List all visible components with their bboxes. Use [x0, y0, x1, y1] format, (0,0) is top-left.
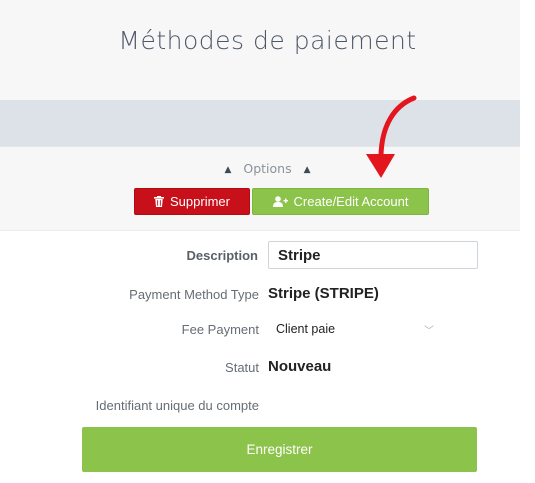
divider — [0, 146, 520, 147]
options-toggle[interactable]: ▲ Options ▲ — [0, 161, 535, 176]
delete-button[interactable]: Supprimer — [134, 188, 250, 215]
caret-up-icon: ▲ — [303, 165, 311, 175]
fee-payment-select[interactable]: Client paie ﹀ — [266, 315, 444, 343]
options-label: Options — [243, 161, 292, 176]
account-button-label: Create/Edit Account — [293, 194, 409, 209]
method-type-value: Stripe (STRIPE) — [268, 285, 379, 302]
description-input[interactable] — [268, 241, 478, 269]
create-edit-account-button[interactable]: Create/Edit Account — [252, 188, 429, 215]
fee-payment-value: Client paie — [276, 322, 336, 336]
caret-up-icon: ▲ — [224, 165, 232, 175]
delete-button-label: Supprimer — [170, 194, 230, 209]
description-label: Description — [186, 248, 258, 263]
add-user-icon — [272, 196, 288, 207]
save-button[interactable]: Enregistrer — [82, 427, 477, 472]
header-bar — [0, 100, 520, 146]
method-type-label: Payment Method Type — [129, 287, 259, 302]
account-id-label: Identifiant unique du compte — [95, 398, 259, 413]
status-label: Statut — [225, 360, 259, 375]
fee-payment-label: Fee Payment — [181, 322, 259, 337]
status-value: Nouveau — [268, 358, 332, 375]
chevron-down-icon: ﹀ — [424, 325, 434, 337]
save-button-label: Enregistrer — [246, 442, 313, 457]
page-title: Méthodes de paiement — [118, 26, 417, 55]
red-arrow-icon — [366, 95, 417, 178]
trash-icon — [154, 196, 165, 207]
